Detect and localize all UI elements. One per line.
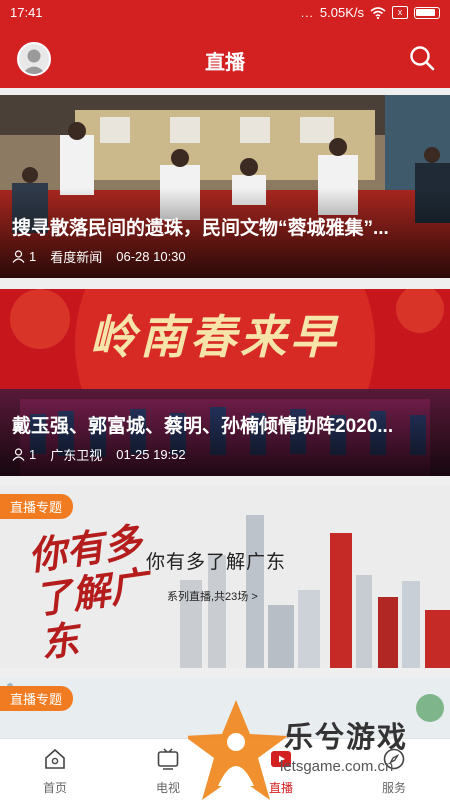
page-title: 直播 xyxy=(205,52,245,74)
live-topic-card[interactable]: 直播专题 xyxy=(0,678,450,738)
topic-title: 你有多了解广东 xyxy=(146,552,287,573)
tab-service[interactable]: 服务 xyxy=(349,739,439,800)
status-bar: 17:41 ... 5.05K/s x xyxy=(0,0,450,28)
topic-tag: 直播专题 xyxy=(0,494,74,519)
search-icon[interactable] xyxy=(408,44,436,72)
viewer-count: 1 xyxy=(12,249,36,264)
app-header: 直播 xyxy=(0,28,450,88)
home-icon xyxy=(45,748,65,769)
wifi-icon xyxy=(370,6,386,19)
live-card[interactable]: 搜寻散落民间的遗珠，民间文物“蓉城雅集”... 1 看度新闻 06-28 10:… xyxy=(0,95,450,278)
live-card-title: 搜寻散落民间的遗珠，民间文物“蓉城雅集”... xyxy=(12,218,389,239)
topic-art-text: 你有多了解广东 xyxy=(25,518,151,667)
tab-tv[interactable]: 电视 xyxy=(123,739,213,800)
signal-dots: ... xyxy=(300,5,314,20)
topic-tag: 直播专题 xyxy=(0,686,74,711)
status-right: ... 5.05K/s x xyxy=(301,5,440,20)
compass-icon xyxy=(383,748,405,770)
live-card-title: 戴玉强、郭富城、蔡明、孙楠倾情助阵2020... xyxy=(12,416,394,437)
sim-icon: x xyxy=(392,6,408,19)
live-card-meta: 1 广东卫视 01-25 19:52 xyxy=(12,445,186,464)
live-topic-card[interactable]: 你有多了解广东 直播专题 你有多了解广东 系列直播,共23场 > xyxy=(0,485,450,668)
bottom-tab-bar: 首页 电视 直播 服务 xyxy=(0,738,450,800)
tab-label: 直播 xyxy=(268,781,293,795)
live-card-meta: 1 看度新闻 06-28 10:30 xyxy=(12,247,186,266)
person-icon xyxy=(12,448,25,461)
tab-label: 电视 xyxy=(155,781,180,795)
live-card-time: 01-25 19:52 xyxy=(116,447,186,462)
network-speed: 5.05K/s xyxy=(319,5,364,20)
tab-home[interactable]: 首页 xyxy=(10,739,100,800)
tab-live[interactable]: 直播 xyxy=(236,739,326,800)
viewer-count: 1 xyxy=(12,447,36,462)
tab-label: 首页 xyxy=(42,781,67,795)
live-card-source: 广东卫视 xyxy=(50,448,103,463)
viewer-count-value: 1 xyxy=(29,447,37,462)
live-card[interactable]: 岭南春来早 戴玉强、郭富城、蔡明、孙楠倾情助阵2020... 1 广东卫视 01… xyxy=(0,289,450,476)
banner-calligraphy: 岭南春来早 xyxy=(90,310,340,364)
status-time: 17:41 xyxy=(10,5,43,20)
live-card-source: 看度新闻 xyxy=(50,250,103,265)
person-icon xyxy=(12,250,25,263)
tv-icon xyxy=(157,748,179,770)
live-icon xyxy=(271,751,291,767)
live-card-time: 06-28 10:30 xyxy=(116,249,186,264)
viewer-count-value: 1 xyxy=(29,249,37,264)
tab-label: 服务 xyxy=(381,781,406,795)
topic-subtitle[interactable]: 系列直播,共23场 > xyxy=(167,588,258,604)
battery-icon xyxy=(414,6,440,19)
